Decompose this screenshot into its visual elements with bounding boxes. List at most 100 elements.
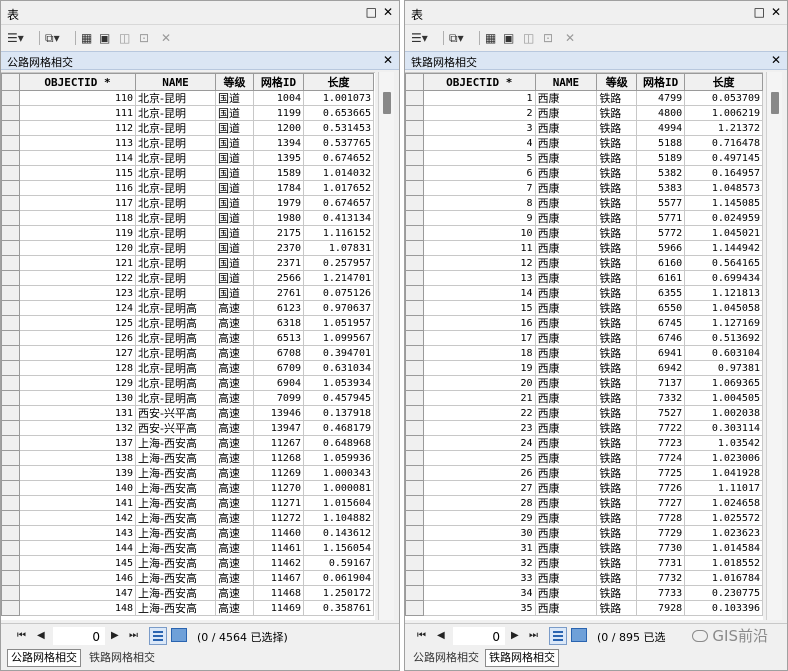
table-cell[interactable]: 西康 <box>534 540 598 556</box>
table-cell[interactable]: 24 <box>422 435 536 451</box>
table-cell[interactable]: 北京-昆明 <box>135 240 216 256</box>
table-cell[interactable]: 西康 <box>534 105 598 121</box>
row-selector[interactable] <box>1 420 20 436</box>
table-row[interactable]: 29 西康 铁路 7728 1.025572 <box>405 510 763 526</box>
table-cell[interactable]: 铁路 <box>596 450 638 466</box>
table-cell[interactable]: 西康 <box>534 390 598 406</box>
table-cell[interactable]: 铁路 <box>596 135 638 151</box>
table-cell[interactable]: 13 <box>422 270 536 286</box>
column-header[interactable]: 长度 <box>303 73 374 91</box>
table-cell[interactable]: 1784 <box>253 180 304 196</box>
table-cell[interactable]: 10 <box>422 225 536 241</box>
scrollbar-thumb[interactable] <box>383 92 391 114</box>
table-cell[interactable]: 11467 <box>253 570 304 586</box>
table-cell[interactable]: 120 <box>19 240 136 256</box>
table-cell[interactable]: 8 <box>422 195 536 211</box>
table-cell[interactable]: 20 <box>422 375 536 391</box>
table-cell[interactable]: 西康 <box>534 315 598 331</box>
table-cell[interactable]: 14 <box>422 285 536 301</box>
table-cell[interactable]: 1.025572 <box>684 510 763 526</box>
table-cell[interactable]: 5382 <box>636 165 686 181</box>
table-cell[interactable]: 高速 <box>215 570 254 586</box>
table-cell[interactable]: 北京-昆明 <box>135 270 216 286</box>
table-row[interactable]: 110 北京-昆明 国道 1004 1.001073 <box>1 90 374 106</box>
table-cell[interactable]: 122 <box>19 270 136 286</box>
table-row[interactable]: 10 西康 铁路 5772 1.045021 <box>405 225 763 241</box>
table-cell[interactable]: 铁路 <box>596 405 638 421</box>
table-cell[interactable]: 118 <box>19 210 136 226</box>
table-cell[interactable]: 1394 <box>253 135 304 151</box>
table-cell[interactable]: 1.006219 <box>684 105 763 121</box>
previous-record-icon[interactable]: ◀ <box>37 629 45 643</box>
table-cell[interactable]: 1979 <box>253 195 304 211</box>
table-row[interactable]: 30 西康 铁路 7729 1.023623 <box>405 525 763 541</box>
vertical-scrollbar[interactable] <box>766 72 782 620</box>
table-row[interactable]: 126 北京-昆明高 高速 6513 1.099567 <box>1 330 374 346</box>
table-cell[interactable]: 123 <box>19 285 136 301</box>
row-selector[interactable] <box>405 165 424 181</box>
table-cell[interactable]: 2761 <box>253 285 304 301</box>
table-cell[interactable]: 129 <box>19 375 136 391</box>
table-row[interactable]: 5 西康 铁路 5189 0.497145 <box>405 150 763 166</box>
table-row[interactable]: 3 西康 铁路 4994 1.21372 <box>405 120 763 136</box>
table-row[interactable]: 11 西康 铁路 5966 1.144942 <box>405 240 763 256</box>
delete-selected-icon[interactable]: ✕ <box>161 30 171 46</box>
table-cell[interactable]: 141 <box>19 495 136 511</box>
table-cell[interactable]: 7727 <box>636 495 686 511</box>
close-icon[interactable]: ✕ <box>771 5 781 19</box>
table-cell[interactable]: 1.104882 <box>303 510 374 526</box>
vertical-scrollbar[interactable] <box>378 72 394 620</box>
table-row[interactable]: 138 上海-西安高 高速 11268 1.059936 <box>1 450 374 466</box>
table-cell[interactable]: 2371 <box>253 255 304 271</box>
table-cell[interactable]: 0.513692 <box>684 330 763 346</box>
table-cell[interactable]: 国道 <box>215 90 254 106</box>
table-row[interactable]: 139 上海-西安高 高速 11269 1.000343 <box>1 465 374 481</box>
row-selector[interactable] <box>1 90 20 106</box>
clear-selection-icon[interactable]: ◫ <box>119 30 130 46</box>
table-cell[interactable]: 11271 <box>253 495 304 511</box>
select-by-attributes-icon[interactable]: ▦ <box>81 30 92 46</box>
table-cell[interactable]: 137 <box>19 435 136 451</box>
row-selector[interactable] <box>1 135 20 151</box>
table-cell[interactable]: 11 <box>422 240 536 256</box>
table-cell[interactable]: 13946 <box>253 405 304 421</box>
row-selector[interactable] <box>1 525 20 541</box>
table-cell[interactable]: 1395 <box>253 150 304 166</box>
attribute-grid[interactable]: OBJECTID * NAME 等级 网格ID 长度 1 西康 铁路 4799 0.053709… <box>405 72 763 620</box>
table-cell[interactable]: 国道 <box>215 285 254 301</box>
table-cell[interactable]: 11270 <box>253 480 304 496</box>
table-cell[interactable]: 西康 <box>534 480 598 496</box>
table-cell[interactable]: 西康 <box>534 495 598 511</box>
table-cell[interactable]: 19 <box>422 360 536 376</box>
table-cell[interactable]: 1.045058 <box>684 300 763 316</box>
row-selector[interactable] <box>1 570 20 586</box>
table-row[interactable]: 143 上海-西安高 高速 11460 0.143612 <box>1 525 374 541</box>
row-selector[interactable] <box>1 435 20 451</box>
table-cell[interactable]: 北京-昆明高 <box>135 345 216 361</box>
table-cell[interactable]: 7724 <box>636 450 686 466</box>
table-cell[interactable]: 6160 <box>636 255 686 271</box>
table-cell[interactable]: 130 <box>19 390 136 406</box>
table-cell[interactable]: 铁路 <box>596 150 638 166</box>
table-cell[interactable]: 1.051957 <box>303 315 374 331</box>
tab-rail-grid-intersect[interactable]: 铁路网格相交 <box>485 649 559 667</box>
table-cell[interactable]: 1.121813 <box>684 285 763 301</box>
table-cell[interactable]: 北京-昆明 <box>135 105 216 121</box>
table-cell[interactable]: 7728 <box>636 510 686 526</box>
row-selector[interactable] <box>1 330 20 346</box>
table-row[interactable]: 13 西康 铁路 6161 0.699434 <box>405 270 763 286</box>
table-cell[interactable]: 0.257957 <box>303 255 374 271</box>
table-cell[interactable]: 上海-西安高 <box>135 465 216 481</box>
table-cell[interactable]: 1.053934 <box>303 375 374 391</box>
switch-selection-icon[interactable]: ▣ <box>503 30 514 46</box>
row-selector[interactable] <box>405 360 424 376</box>
table-row[interactable]: 127 北京-昆明高 高速 6708 0.394701 <box>1 345 374 361</box>
table-cell[interactable]: 0.468179 <box>303 420 374 436</box>
table-row[interactable]: 142 上海-西安高 高速 11272 1.104882 <box>1 510 374 526</box>
table-row[interactable]: 23 西康 铁路 7722 0.303114 <box>405 420 763 436</box>
table-row[interactable]: 22 西康 铁路 7527 1.002038 <box>405 405 763 421</box>
row-selector[interactable] <box>1 540 20 556</box>
table-cell[interactable]: 北京-昆明 <box>135 135 216 151</box>
table-cell[interactable]: 1980 <box>253 210 304 226</box>
table-cell[interactable]: 139 <box>19 465 136 481</box>
